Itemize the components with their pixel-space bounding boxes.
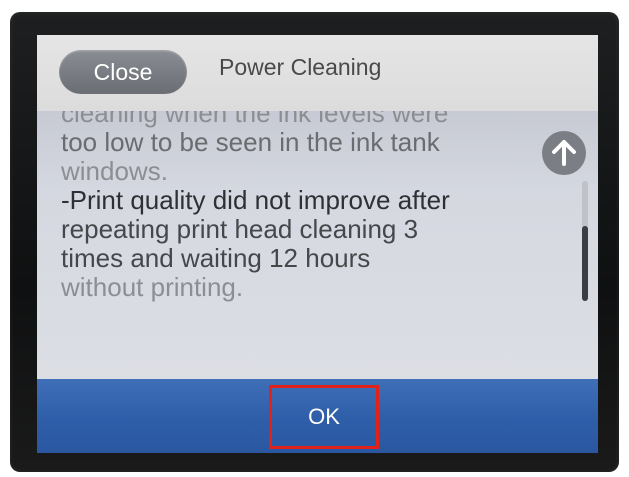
- scrollbar[interactable]: [582, 181, 588, 301]
- message-line: too low to be seen in the ink tank: [61, 127, 440, 157]
- message-area[interactable]: cleaning when the ink levels were too lo…: [37, 111, 598, 379]
- close-button[interactable]: Close: [59, 50, 187, 94]
- close-button-label: Close: [93, 58, 153, 85]
- printer-screen: Close Power Cleaning cleaning when the i…: [37, 35, 598, 453]
- scroll-up-button[interactable]: [542, 131, 586, 175]
- message-line: times and waiting 12 hours: [61, 243, 371, 273]
- message-line: -Print quality did not improve after: [61, 185, 450, 215]
- ok-button[interactable]: OK: [269, 385, 379, 449]
- screen-header: Close Power Cleaning: [37, 35, 598, 111]
- message-line: cleaning when the ink levels were: [61, 111, 449, 128]
- arrow-up-icon: [552, 140, 576, 166]
- page-title: Power Cleaning: [219, 54, 382, 80]
- ok-button-label: OK: [308, 404, 340, 429]
- screen-footer: OK: [37, 379, 598, 453]
- scrollbar-thumb[interactable]: [582, 226, 588, 301]
- photo-background: Close Power Cleaning cleaning when the i…: [0, 0, 629, 477]
- message-line: windows.: [61, 156, 168, 186]
- message-line: repeating print head cleaning 3: [61, 214, 419, 244]
- message-line: without printing.: [61, 272, 244, 302]
- message-text: cleaning when the ink levels were too lo…: [61, 111, 541, 302]
